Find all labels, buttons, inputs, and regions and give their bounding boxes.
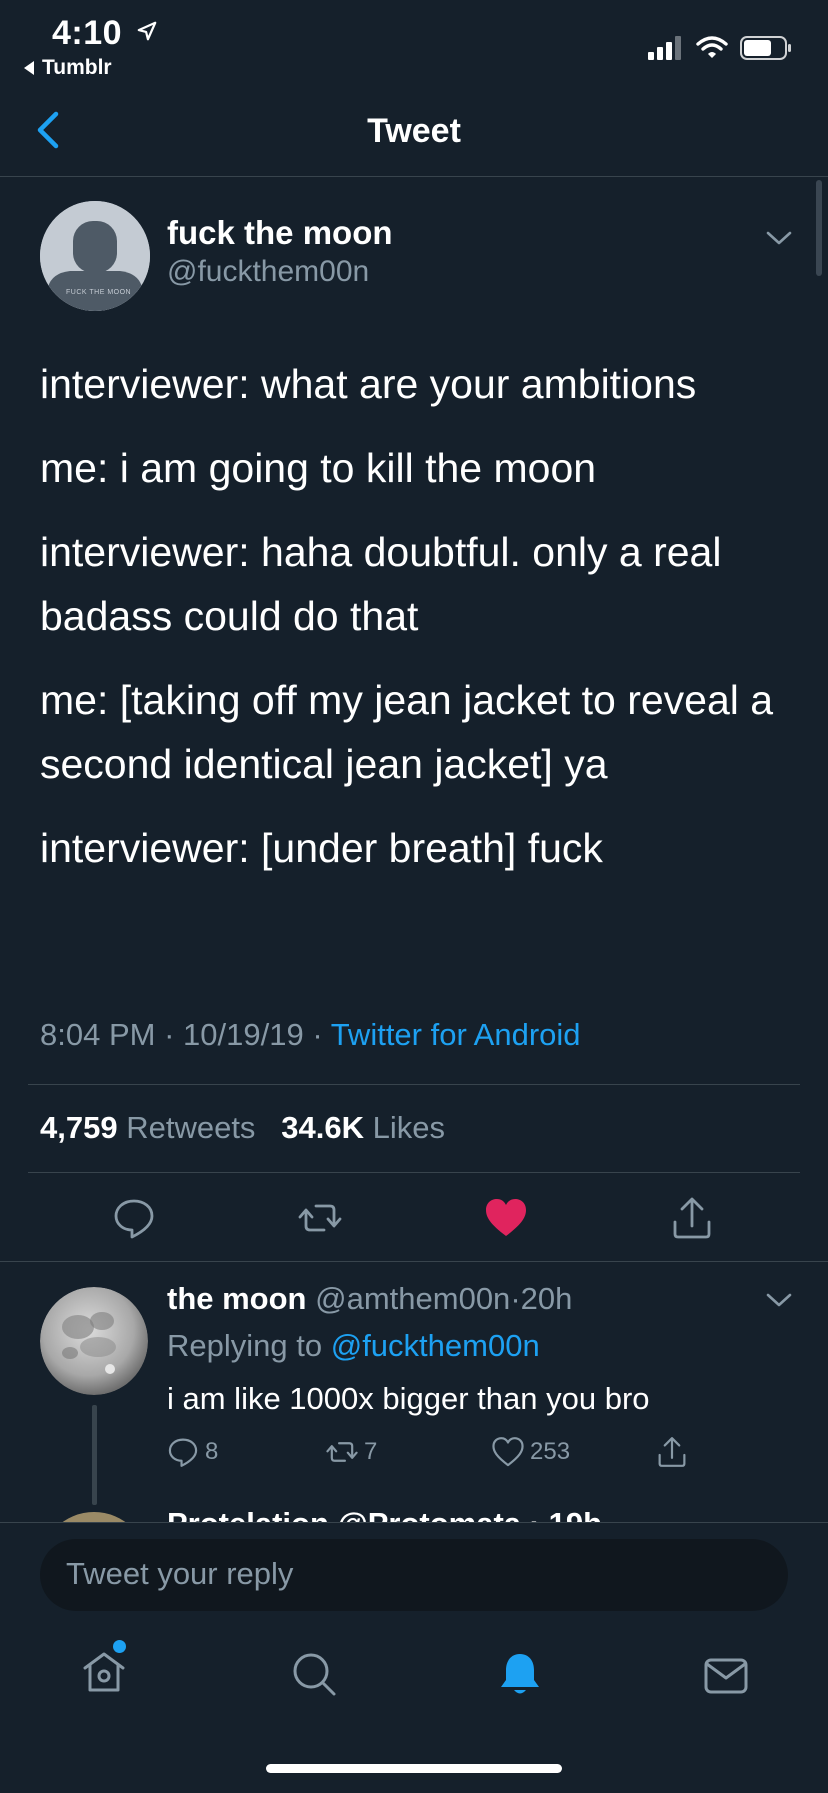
composer-placeholder: Tweet your reply [66, 1556, 294, 1591]
home-icon[interactable] [80, 1648, 128, 1696]
home-indicator[interactable] [266, 1764, 562, 1773]
replying-to: Replying to @fuckthem00n [167, 1328, 540, 1364]
back-triangle-icon [24, 61, 34, 75]
search-icon[interactable] [290, 1650, 338, 1698]
retweet-icon[interactable] [298, 1196, 342, 1240]
reply-retweet-button[interactable]: 7 [326, 1436, 377, 1468]
tweet-text: interviewer: what are your ambitions me:… [40, 352, 800, 900]
heart-icon[interactable] [484, 1196, 528, 1240]
bell-icon[interactable] [496, 1650, 544, 1698]
likes-label: Likes [372, 1110, 446, 1145]
reply-like-count: 253 [530, 1438, 571, 1465]
reply-count: 8 [205, 1438, 219, 1465]
retweet-icon [326, 1442, 358, 1462]
signal-icon [648, 36, 681, 60]
separator: · [312, 1017, 331, 1052]
status-time: 4:10 [52, 14, 158, 53]
chevron-down-icon[interactable] [764, 1290, 794, 1310]
share-icon[interactable] [670, 1196, 714, 1240]
actions-divider [0, 1261, 828, 1262]
author-handle[interactable]: @fuckthem00n [167, 255, 369, 289]
reply-avatar[interactable] [40, 1287, 148, 1395]
reply-icon [168, 1438, 198, 1467]
status-icons [648, 36, 792, 60]
tweet-source-link[interactable]: Twitter for Android [331, 1017, 581, 1052]
likes-stat[interactable]: 34.6K Likes [281, 1110, 445, 1145]
tweet-time: 8:04 PM [40, 1017, 156, 1052]
next-reply-header[interactable]: Protelation @Protomata · 19h [167, 1512, 602, 1522]
reply-text: i am like 1000x bigger than you bro [167, 1381, 650, 1416]
author-name[interactable]: fuck the moon [167, 214, 393, 252]
stats-divider [28, 1172, 800, 1173]
tweet-line: me: i am going to kill the moon [40, 445, 597, 491]
retweets-label: Retweets [126, 1110, 256, 1145]
replying-prefix: Replying to [167, 1328, 323, 1363]
time-text: 4:10 [52, 14, 123, 52]
tweet-line: interviewer: what are your ambitions [40, 361, 697, 407]
separator: · [510, 1281, 521, 1316]
notification-dot [113, 1640, 126, 1653]
chevron-down-icon[interactable] [764, 228, 794, 248]
avatar-text: FUCK THE MOON [66, 289, 132, 296]
tweet-meta: 8:04 PM · 10/19/19 · Twitter for Android [40, 1017, 581, 1053]
moon-image [40, 1287, 148, 1395]
tweet-date: 10/19/19 [183, 1017, 304, 1052]
meta-divider [28, 1084, 800, 1085]
reply-age: 20h [520, 1281, 573, 1316]
reply-like-button[interactable]: 253 [492, 1436, 570, 1468]
replying-handle-link[interactable]: @fuckthem00n [331, 1328, 540, 1363]
reply-composer-input[interactable]: Tweet your reply [40, 1539, 788, 1611]
reply-author-handle[interactable]: @amthem00n [315, 1281, 510, 1316]
heart-icon [492, 1437, 524, 1467]
tweet-stats: 4,759 Retweets 34.6K Likes [40, 1110, 445, 1146]
reply-header: the moon @amthem00n·20h [167, 1281, 572, 1317]
back-app-label: Tumblr [42, 56, 112, 79]
location-arrow-icon [137, 21, 157, 41]
battery-icon [740, 36, 791, 60]
reply-icon[interactable] [112, 1196, 156, 1240]
tweet-line: interviewer: haha doubtful. only a real … [40, 529, 722, 639]
reply-author-name[interactable]: the moon [167, 1281, 307, 1316]
likes-count: 34.6K [281, 1110, 365, 1145]
wifi-icon [696, 36, 728, 58]
reply-reply-button[interactable]: 8 [167, 1436, 218, 1468]
retweets-stat[interactable]: 4,759 Retweets [40, 1110, 255, 1145]
page-title: Tweet [367, 112, 461, 150]
back-to-app-button[interactable]: Tumblr [22, 56, 112, 80]
header-divider [0, 176, 828, 177]
next-reply-text: Protelation @Protomata · 19h [167, 1512, 602, 1522]
separator: · [164, 1017, 184, 1052]
retweets-count: 4,759 [40, 1110, 118, 1145]
mail-icon[interactable] [702, 1652, 750, 1700]
author-avatar[interactable]: FUCK THE MOON [40, 201, 150, 311]
scrollbar[interactable] [816, 180, 822, 276]
reply-retweet-count: 7 [364, 1438, 378, 1465]
thread-line [92, 1405, 97, 1505]
share-icon[interactable] [656, 1436, 688, 1468]
tweet-line: me: [taking off my jean jacket to reveal… [40, 677, 774, 787]
tweet-line: interviewer: [under breath] fuck [40, 825, 603, 871]
